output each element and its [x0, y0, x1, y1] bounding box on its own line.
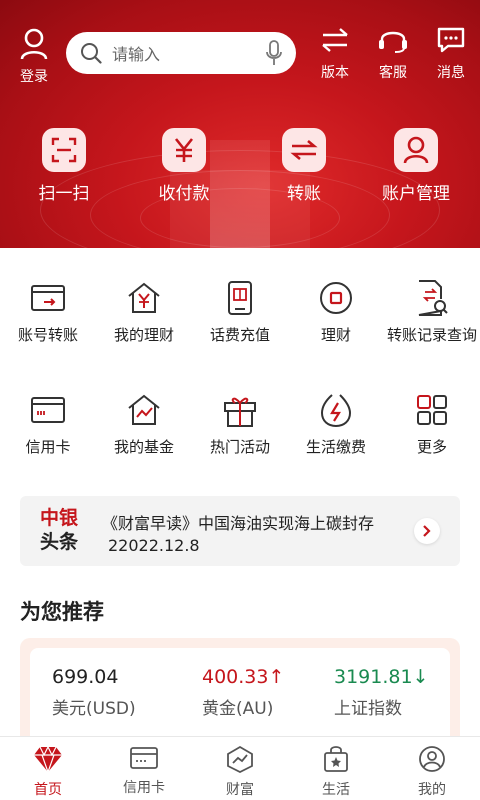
market-item-sse-index[interactable]: 3191.81↓ 上证指数	[334, 666, 429, 719]
grid-label: 生活缴费	[305, 438, 366, 456]
tab-label: 财富	[226, 782, 254, 798]
credit-card-tab-icon	[130, 747, 158, 769]
user-outline-icon	[20, 28, 48, 60]
version-label: 版本	[321, 65, 349, 81]
tab-credit-card[interactable]: 信用卡	[96, 737, 192, 800]
scan-button[interactable]: 扫一扫	[34, 128, 94, 204]
drop-bolt-icon	[320, 394, 352, 428]
tab-label: 生活	[322, 782, 350, 798]
messages-label: 消息	[437, 65, 465, 81]
transfer-button[interactable]: 转账	[274, 128, 334, 204]
bottom-tab-bar: 首页 信用卡 财富 生活 我的	[0, 736, 480, 800]
grid-label: 话费充值	[209, 326, 270, 344]
tab-wealth[interactable]: 财富	[192, 737, 288, 800]
grid-label: 我的理财	[113, 326, 174, 344]
home-gem-icon	[34, 745, 62, 774]
market-name: 黄金(AU)	[202, 699, 274, 719]
tab-home[interactable]: 首页	[0, 737, 96, 800]
message-icon	[437, 27, 465, 53]
search-placeholder: 请输入	[112, 45, 161, 64]
search-input[interactable]: 请输入	[66, 32, 296, 74]
switch-arrows-icon	[322, 28, 348, 52]
market-value: 3191.81↓	[334, 666, 429, 688]
news-headline: 《财富早读》中国海油实现海上碳封存	[102, 514, 375, 533]
account-management-label: 账户管理	[382, 184, 450, 204]
grid-item-account-transfer[interactable]: 账号转账	[0, 278, 96, 346]
news-banner[interactable]: 中银 头条 《财富早读》中国海油实现海上碳封存 22022.12.8	[20, 496, 460, 566]
news-arrow-button[interactable]	[414, 518, 440, 544]
grid-item-my-funds[interactable]: 我的基金	[96, 390, 192, 458]
grid-item-hot-activities[interactable]: 热门活动	[192, 390, 288, 458]
market-item-usd[interactable]: 699.04 美元(USD)	[52, 666, 136, 719]
collect-pay-button[interactable]: 收付款	[154, 128, 214, 204]
market-value: 699.04	[52, 666, 119, 688]
gift-icon	[224, 397, 256, 427]
top-icon-group: 版本 客服 消息	[306, 26, 480, 82]
credit-card-icon	[31, 397, 65, 423]
hero-banner: 登录 请输入 版本 客服 消息 扫一扫 收付款 转账 账户管理	[0, 0, 480, 248]
profile-icon	[419, 746, 445, 772]
wealth-circle-icon	[320, 282, 352, 314]
grid-item-credit-card[interactable]: 信用卡	[0, 390, 96, 458]
market-value: 400.33↑	[202, 666, 285, 688]
scan-label: 扫一扫	[38, 184, 90, 204]
grid-label: 热门活动	[209, 438, 270, 456]
more-grid-icon	[417, 395, 447, 425]
grid-item-more[interactable]: 更多	[384, 390, 480, 458]
phone-topup-icon	[228, 281, 252, 315]
grid-label: 账号转账	[17, 326, 78, 344]
news-brand-line2: 头条	[40, 531, 79, 553]
grid-label: 我的基金	[113, 438, 174, 456]
tab-label: 首页	[34, 782, 62, 798]
user-icon	[403, 136, 429, 164]
collect-pay-label: 收付款	[158, 184, 210, 204]
grid-item-phone-topup[interactable]: 话费充值	[192, 278, 288, 346]
grid-label: 理财	[320, 326, 351, 344]
yuan-icon	[174, 138, 194, 162]
house-chart-icon	[128, 394, 160, 425]
news-brand-line1: 中银	[40, 507, 79, 529]
grid-item-life-payment[interactable]: 生活缴费	[288, 390, 384, 458]
scan-icon	[51, 137, 77, 163]
tab-label: 我的	[418, 782, 446, 798]
headset-icon	[379, 31, 407, 53]
tab-mine[interactable]: 我的	[384, 737, 480, 800]
customer-service-button[interactable]: 客服	[364, 26, 422, 82]
version-button[interactable]: 版本	[306, 26, 364, 82]
card-transfer-icon	[31, 285, 65, 311]
market-name: 上证指数	[334, 699, 402, 719]
house-yuan-icon	[128, 282, 160, 313]
service-grid: 账号转账 我的理财 话费充值 理财 转账记录查询 信用卡 我的基金 热门活动 生…	[0, 248, 480, 488]
recommend-title: 为您推荐	[20, 600, 104, 624]
search-icon	[81, 43, 102, 64]
chevron-right-icon	[423, 525, 431, 537]
market-name: 美元(USD)	[52, 699, 136, 719]
account-management-button[interactable]: 账户管理	[376, 128, 456, 204]
grid-item-my-wealth[interactable]: 我的理财	[96, 278, 192, 346]
grid-label: 更多	[416, 438, 447, 456]
top-bar: 登录 请输入 版本 客服 消息	[0, 26, 480, 86]
microphone-icon[interactable]	[266, 40, 282, 66]
shopping-bag-icon	[324, 746, 348, 772]
login-label: 登录	[20, 69, 48, 85]
grid-label: 信用卡	[25, 438, 71, 456]
grid-item-transfer-records[interactable]: 转账记录查询	[384, 278, 480, 346]
decor-building	[210, 140, 270, 248]
customer-service-label: 客服	[379, 65, 407, 81]
news-date: 22022.12.8	[108, 536, 200, 555]
tab-life[interactable]: 生活	[288, 737, 384, 800]
tab-label: 信用卡	[123, 780, 165, 796]
messages-button[interactable]: 消息	[422, 26, 480, 82]
transfer-label: 转账	[287, 184, 321, 204]
wealth-tab-icon	[227, 745, 253, 774]
transfer-icon	[290, 140, 318, 160]
transfer-record-icon	[418, 280, 448, 316]
grid-item-wealth-management[interactable]: 理财	[288, 278, 384, 346]
grid-label: 转账记录查询	[386, 326, 477, 344]
login-button[interactable]: 登录	[14, 28, 54, 86]
news-brand: 中银 头条	[40, 506, 78, 554]
market-item-gold[interactable]: 400.33↑ 黄金(AU)	[202, 666, 284, 719]
